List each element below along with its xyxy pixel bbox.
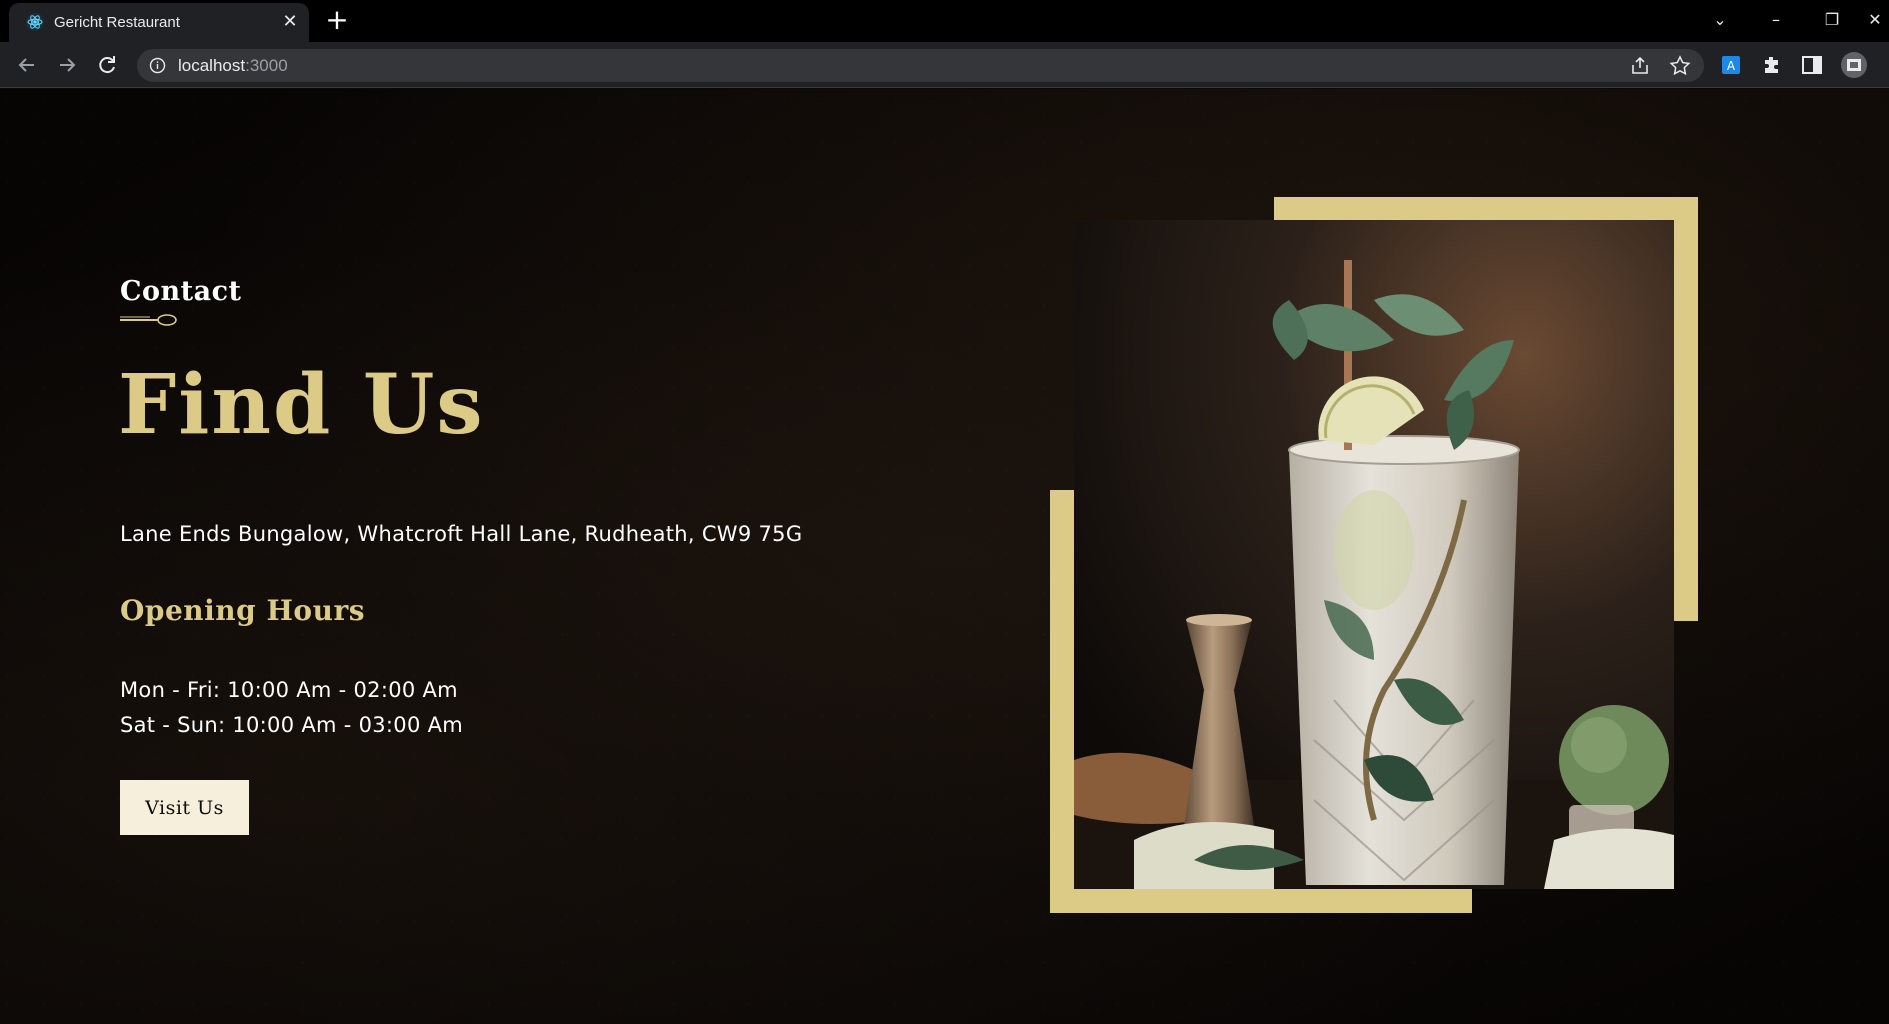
forward-button[interactable] bbox=[53, 51, 81, 79]
back-arrow-icon bbox=[18, 58, 34, 72]
opening-hours-list: Mon - Fri: 10:00 Am - 02:00 Am Sat - Sun… bbox=[120, 673, 463, 743]
back-button[interactable] bbox=[13, 51, 41, 79]
section-subtitle: Contact bbox=[120, 276, 242, 307]
browser-tab-strip: Gericht Restaurant ✕ + ⌄ – ❐ ✕ bbox=[0, 0, 1889, 42]
bookmark-star-icon[interactable] bbox=[1669, 55, 1691, 77]
address-bar[interactable]: localhost:3000 bbox=[137, 49, 1704, 82]
close-window-button[interactable]: ✕ bbox=[1860, 6, 1889, 34]
site-info-icon[interactable] bbox=[149, 57, 166, 74]
opening-hours-title: Opening Hours bbox=[120, 594, 365, 627]
spoon-divider-icon bbox=[120, 314, 177, 326]
visit-us-button[interactable]: Visit Us bbox=[120, 780, 249, 835]
translate-extension-icon[interactable]: A bbox=[1719, 53, 1743, 77]
reload-button[interactable] bbox=[93, 51, 121, 79]
profile-avatar-icon[interactable] bbox=[1840, 51, 1868, 79]
gold-frame-bottom bbox=[1050, 889, 1472, 913]
restore-button[interactable]: ❐ bbox=[1812, 6, 1852, 34]
svg-text:A: A bbox=[1727, 59, 1736, 73]
browser-toolbar: localhost:3000 A bbox=[0, 42, 1889, 88]
tab-search-icon[interactable]: ⌄ bbox=[1700, 6, 1740, 34]
hours-weekday: Mon - Fri: 10:00 Am - 02:00 Am bbox=[120, 678, 458, 702]
cocktail-photo bbox=[1074, 220, 1674, 889]
extensions-puzzle-icon[interactable] bbox=[1760, 53, 1784, 77]
reload-icon bbox=[99, 56, 115, 74]
address-text: Lane Ends Bungalow, Whatcroft Hall Lane,… bbox=[120, 522, 803, 546]
forward-arrow-icon bbox=[60, 58, 76, 72]
gold-frame-left bbox=[1050, 490, 1074, 913]
tab-title: Gericht Restaurant bbox=[54, 14, 180, 31]
minimize-button[interactable]: – bbox=[1756, 6, 1796, 34]
gold-frame-top bbox=[1274, 197, 1698, 221]
browser-tab[interactable]: Gericht Restaurant ✕ bbox=[9, 3, 309, 42]
page-headline: Find Us bbox=[118, 357, 485, 453]
new-tab-button[interactable]: + bbox=[322, 6, 352, 35]
share-icon[interactable] bbox=[1629, 55, 1651, 77]
side-panel-icon[interactable] bbox=[1800, 53, 1824, 77]
hours-weekend: Sat - Sun: 10:00 Am - 03:00 Am bbox=[120, 713, 464, 737]
tab-close-icon[interactable]: ✕ bbox=[279, 11, 301, 33]
contact-section: Contact Find Us Lane Ends Bungalow, What… bbox=[0, 89, 1889, 1024]
url-text[interactable]: localhost:3000 bbox=[178, 56, 288, 76]
react-favicon-icon bbox=[26, 13, 44, 31]
gold-frame-right bbox=[1674, 197, 1698, 621]
